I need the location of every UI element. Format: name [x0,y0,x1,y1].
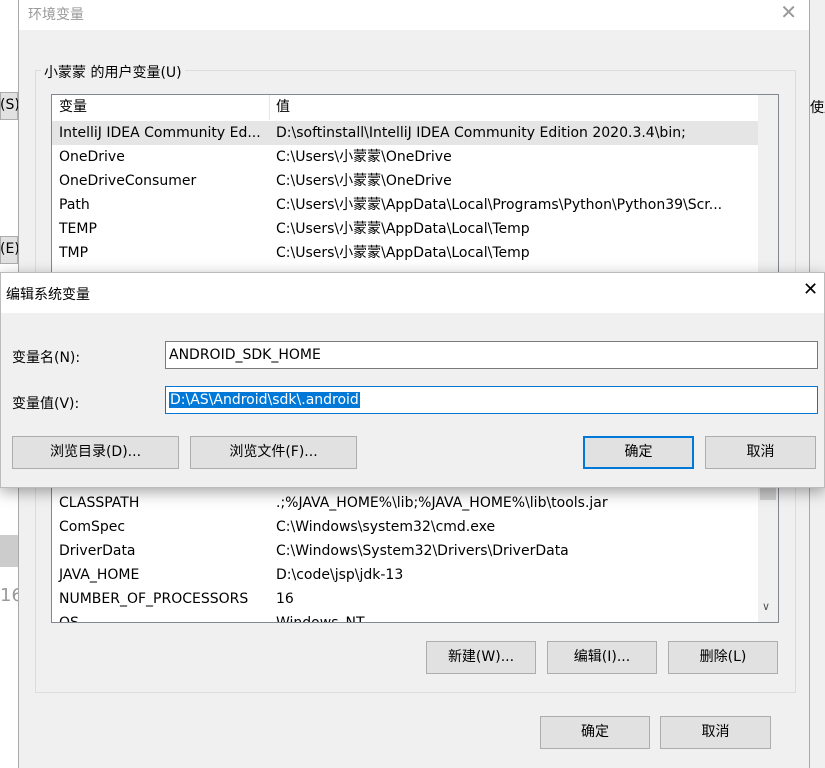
variable-name: DriverData [59,543,136,559]
table-row[interactable]: NUMBER_OF_PROCESSORS 16 [52,587,758,611]
variable-value: C:\Users\小蒙蒙\AppData\Local\Programs\Pyth… [276,197,723,213]
ok-button[interactable]: 确定 [540,716,650,749]
table-row[interactable]: ComSpec C:\Windows\system32\cmd.exe [52,515,758,539]
variable-name: NUMBER_OF_PROCESSORS [59,591,249,607]
table-row[interactable]: IntelliJ IDEA Community Ed... D:\softinst… [52,121,758,145]
variable-name: IntelliJ IDEA Community Ed... [59,125,261,141]
variable-name-label: 变量名(N): [12,350,81,366]
variable-value: C:\Users\小蒙蒙\AppData\Local\Temp [276,245,530,261]
selected-value-text: D:\AS\Android\sdk\.android [169,392,360,408]
delete-button[interactable]: 删除(L) [668,641,778,674]
variable-value: C:\Users\小蒙蒙\OneDrive [276,173,452,189]
variable-name: OS [59,615,79,623]
browse-file-button[interactable]: 浏览文件(F)... [190,436,357,469]
variable-value: .;%JAVA_HOME%\lib;%JAVA_HOME%\lib\tools.… [276,495,608,511]
table-row[interactable]: CLASSPATH .;%JAVA_HOME%\lib;%JAVA_HOME%\l… [52,491,758,515]
table-row[interactable]: OneDriveConsumer C:\Users\小蒙蒙\OneDrive [52,169,758,193]
table-row[interactable]: TMP C:\Users\小蒙蒙\AppData\Local\Temp [52,241,758,265]
close-icon[interactable]: ✕ [803,279,818,300]
variable-value-input[interactable]: D:\AS\Android\sdk\.android [165,386,818,414]
cancel-button[interactable]: 取消 [705,436,816,469]
edit-system-variable-dialog: 编辑系统变量 ✕ 变量名(N): ANDROID_SDK_HOME 变量值(V)… [0,272,825,488]
table-row[interactable]: OS Windows_NT [52,611,758,623]
variable-name-text: ANDROID_SDK_HOME [169,347,321,363]
variable-name: Path [59,197,90,213]
variable-value: 16 [276,591,294,607]
table-row[interactable]: DriverData C:\Windows\System32\Drivers\Dr… [52,539,758,563]
dialog-title: 环境变量 [28,7,84,23]
variable-value: D:\code\jsp\jdk-13 [276,567,404,583]
variable-value: C:\Windows\system32\cmd.exe [276,519,496,535]
variable-value: C:\Windows\System32\Drivers\DriverData [276,543,569,559]
variable-name: JAVA_HOME [59,567,140,583]
background-block [0,535,18,567]
table-row[interactable]: Path C:\Users\小蒙蒙\AppData\Local\Programs\… [52,193,758,217]
title-bar: 环境变量 ✕ [19,0,809,30]
variable-name: OneDrive [59,149,125,165]
edit-button[interactable]: 编辑(I)... [547,641,657,674]
scroll-down-icon[interactable]: ∨ [762,600,770,613]
cancel-button[interactable]: 取消 [660,716,771,749]
list-header: 变量 值 [52,95,758,120]
variable-value: C:\Users\小蒙蒙\OneDrive [276,149,452,165]
variable-name: TMP [59,245,89,261]
variable-name: ComSpec [59,519,126,535]
table-row[interactable]: OneDrive C:\Users\小蒙蒙\OneDrive [52,145,758,169]
variable-value: C:\Users\小蒙蒙\AppData\Local\Temp [276,221,530,237]
new-button[interactable]: 新建(W)... [426,641,536,674]
table-row[interactable]: TEMP C:\Users\小蒙蒙\AppData\Local\Temp [52,217,758,241]
user-variables-label: 小蒙蒙 的用户变量(U) [41,62,185,82]
table-row[interactable]: JAVA_HOME D:\code\jsp\jdk-13 [52,563,758,587]
background-fragment: 使用 [810,100,825,116]
variable-name: CLASSPATH [59,495,140,511]
variable-value-label: 变量值(V): [12,396,80,412]
user-variables-list[interactable]: 变量 值 IntelliJ IDEA Community Ed... D:\sof… [51,94,779,274]
scrollbar[interactable] [758,95,778,273]
title-bar: 编辑系统变量 ✕ [1,273,824,313]
close-icon[interactable]: ✕ [780,0,797,24]
column-header-variable[interactable]: 变量 [59,95,87,120]
variable-value: D:\softinstall\IntelliJ IDEA Community E… [276,125,686,141]
browse-directory-button[interactable]: 浏览目录(D)... [12,436,179,469]
dialog-title: 编辑系统变量 [6,287,90,303]
variable-name: OneDriveConsumer [59,173,197,189]
variable-name: TEMP [59,221,97,237]
variable-name-input[interactable]: ANDROID_SDK_HOME [165,341,818,369]
variable-value: Windows_NT [276,615,365,623]
column-header-value[interactable]: 值 [276,95,290,120]
ok-button[interactable]: 确定 [583,436,694,469]
